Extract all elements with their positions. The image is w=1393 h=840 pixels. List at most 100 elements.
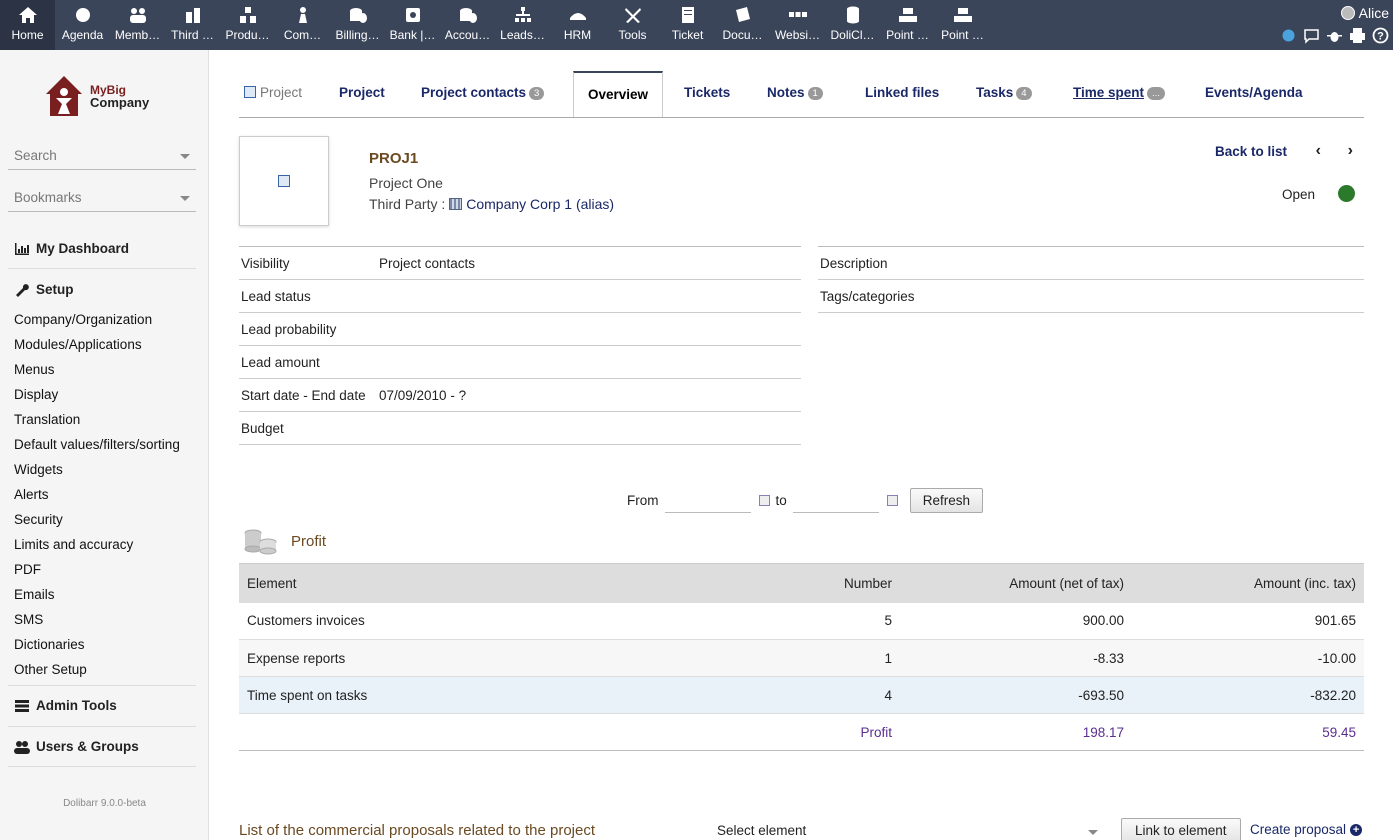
- menu-ticket[interactable]: Ticket: [660, 0, 715, 50]
- field-label: Lead status: [241, 288, 311, 304]
- menu-tools[interactable]: Tools: [605, 0, 660, 50]
- setup-item-default-values[interactable]: Default values/filters/sorting: [14, 437, 180, 452]
- menu-label: Billing…: [335, 28, 380, 42]
- menu-website[interactable]: Websi…: [770, 0, 825, 50]
- menu-accounting[interactable]: Accou…: [440, 0, 495, 50]
- setup-item-sms[interactable]: SMS: [14, 612, 43, 627]
- menu-pos-2[interactable]: Point …: [935, 0, 990, 50]
- setup-item-widgets[interactable]: Widgets: [14, 462, 63, 477]
- chevron-down-icon: [180, 196, 190, 201]
- bookmarks-select[interactable]: Bookmarks: [8, 184, 196, 212]
- refresh-button[interactable]: Refresh: [909, 487, 984, 513]
- company-logo[interactable]: MyBig Company: [44, 74, 164, 118]
- menu-hrm[interactable]: HRM: [550, 0, 605, 50]
- date-from-input[interactable]: [664, 487, 751, 513]
- help-icon[interactable]: ?: [1372, 27, 1389, 44]
- calendar-icon[interactable]: [758, 494, 770, 506]
- tab-project[interactable]: Project: [325, 71, 399, 118]
- setup-item-other[interactable]: Other Setup: [14, 662, 87, 677]
- count-badge: 3: [529, 87, 545, 100]
- leads-icon: [495, 0, 550, 28]
- table-row: Customers invoices 5 900.00 901.65: [239, 602, 1364, 640]
- menu-agenda[interactable]: Agenda: [55, 0, 110, 50]
- tab-label: Project: [339, 85, 385, 100]
- calendar-icon[interactable]: [886, 494, 898, 506]
- tab-tasks[interactable]: Tasks 4: [962, 71, 1046, 118]
- menu-setup[interactable]: Setup: [14, 282, 74, 297]
- menu-label: Docu…: [722, 28, 763, 42]
- search-select[interactable]: Search: [8, 142, 196, 170]
- chevron-left-icon[interactable]: ‹: [1316, 142, 1321, 160]
- date-to-input[interactable]: [792, 487, 879, 513]
- plus-icon: +: [1350, 823, 1363, 836]
- logo-line2: Company: [90, 95, 150, 110]
- setup-item-security[interactable]: Security: [14, 512, 63, 527]
- setup-item-translation[interactable]: Translation: [14, 412, 80, 427]
- menu-documents[interactable]: Docu…: [715, 0, 770, 50]
- column-header: Amount (net of tax): [900, 563, 1132, 603]
- left-sidebar: MyBig Company Search Bookmarks My Dashbo…: [0, 50, 209, 840]
- users-icon: [14, 740, 30, 754]
- menu-billing[interactable]: Billing…: [330, 0, 385, 50]
- tab-label: Project contacts: [421, 85, 527, 100]
- tab-time-spent[interactable]: Time spent...: [1059, 71, 1179, 118]
- setup-item-menus[interactable]: Menus: [14, 362, 55, 377]
- chat-icon[interactable]: [1303, 27, 1320, 44]
- cell-element: Expense reports: [239, 639, 750, 677]
- tab-label: Linked files: [865, 85, 940, 100]
- link-to-element-button[interactable]: Link to element: [1121, 818, 1241, 840]
- tab-events-agenda[interactable]: Events/Agenda: [1191, 71, 1317, 118]
- setup-item-pdf[interactable]: PDF: [14, 562, 41, 577]
- menu-users-groups[interactable]: Users & Groups: [14, 739, 139, 754]
- tab-label: Tasks: [976, 85, 1014, 100]
- print-icon[interactable]: [1349, 27, 1366, 44]
- field-label: Lead amount: [241, 354, 320, 370]
- tab-project-contacts[interactable]: Project contacts 3: [407, 71, 558, 118]
- debug-icon[interactable]: [1280, 27, 1297, 44]
- profit-title-text: Profit: [291, 532, 327, 550]
- setup-item-modules[interactable]: Modules/Applications: [14, 337, 142, 352]
- create-proposal-link[interactable]: Create proposal +: [1250, 822, 1363, 837]
- menu-leads[interactable]: Leads…: [495, 0, 550, 50]
- tab-project-icon[interactable]: Project: [230, 71, 316, 118]
- menu-third-party[interactable]: Third …: [165, 0, 220, 50]
- menu-products[interactable]: Produ…: [220, 0, 275, 50]
- bug-icon[interactable]: [1326, 27, 1343, 44]
- select-element-dropdown[interactable]: Select element: [709, 820, 1104, 840]
- menu-pos-1[interactable]: Point …: [880, 0, 935, 50]
- menu-home[interactable]: Home: [0, 0, 55, 50]
- menu-commerce[interactable]: Com…: [275, 0, 330, 50]
- menu-bank[interactable]: Bank |…: [385, 0, 440, 50]
- tab-notes[interactable]: Notes 1: [753, 71, 837, 118]
- menu-dolicloud[interactable]: DoliCl…: [825, 0, 880, 50]
- field-label: Visibility: [241, 255, 290, 271]
- setup-item-dictionaries[interactable]: Dictionaries: [14, 637, 85, 652]
- logo-house-icon: [46, 76, 82, 116]
- tab-overview[interactable]: Overview: [573, 71, 664, 118]
- back-to-list-link[interactable]: Back to list: [1215, 144, 1287, 159]
- chevron-down-icon: [1088, 830, 1098, 835]
- field-row: Description: [818, 247, 1364, 280]
- tab-tickets[interactable]: Tickets: [670, 71, 744, 118]
- setup-item-alerts[interactable]: Alerts: [14, 487, 49, 502]
- menu-label: Com…: [283, 28, 322, 42]
- setup-item-emails[interactable]: Emails: [14, 587, 55, 602]
- profit-table: Element Number Amount (net of tax) Amoun…: [239, 563, 1364, 751]
- menu-admin-tools[interactable]: Admin Tools: [14, 698, 117, 713]
- user-menu[interactable]: Alice: [1340, 5, 1389, 21]
- third-party-link[interactable]: Company Corp 1 (alias): [466, 196, 614, 212]
- fields-right: Description Tags/categories: [818, 246, 1364, 313]
- setup-item-limits[interactable]: Limits and accuracy: [14, 537, 133, 552]
- menu-my-dashboard[interactable]: My Dashboard: [14, 241, 129, 256]
- select-placeholder: Select element: [717, 823, 807, 838]
- tab-linked-files[interactable]: Linked files: [851, 71, 953, 118]
- chevron-right-icon[interactable]: ›: [1348, 142, 1353, 160]
- setup-item-company[interactable]: Company/Organization: [14, 312, 152, 327]
- third-party-label: Third Party :: [369, 196, 446, 212]
- main-content: Project Project Project contacts 3 Overvi…: [209, 50, 1393, 840]
- table-header: Element Number Amount (net of tax) Amoun…: [239, 563, 1364, 603]
- menu-members[interactable]: Memb…: [110, 0, 165, 50]
- divider: [8, 766, 196, 767]
- admin-tools-label: Admin Tools: [36, 698, 117, 713]
- setup-item-display[interactable]: Display: [14, 387, 58, 402]
